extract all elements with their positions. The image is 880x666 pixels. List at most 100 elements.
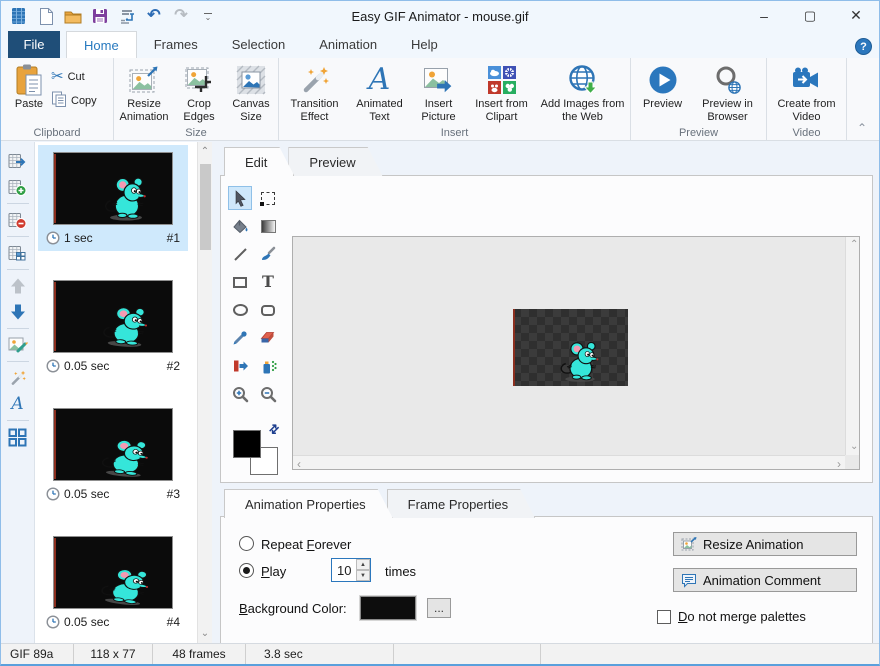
tab-animation[interactable]: Animation — [302, 31, 394, 58]
paste-button[interactable]: Paste — [7, 61, 51, 113]
animation-comment-button[interactable]: Animation Comment — [673, 568, 857, 592]
add-images-from-web-button[interactable]: Add Images from the Web — [539, 61, 627, 126]
add-frame-button[interactable] — [6, 175, 30, 199]
resize-animation-label: Resize Animation — [118, 98, 170, 124]
maximize-button[interactable]: ▢ — [787, 1, 833, 30]
preview-in-browser-button[interactable]: Preview in Browser — [693, 61, 763, 126]
redo-icon: ↷ — [174, 8, 187, 24]
eyedropper-tool[interactable] — [228, 326, 252, 350]
tab-frames[interactable]: Frames — [137, 31, 215, 58]
spinner-down-button[interactable]: ▼ — [356, 570, 370, 581]
move-frame-button[interactable] — [6, 149, 30, 173]
collapse-ribbon-button[interactable]: ⌃ — [857, 122, 867, 134]
tab-frame-properties[interactable]: Frame Properties — [387, 489, 535, 518]
tab-animation-properties[interactable]: Animation Properties — [224, 489, 393, 518]
play-radio[interactable] — [239, 563, 254, 578]
background-color-browse-button[interactable]: ... — [427, 598, 451, 618]
optimize-button[interactable] — [117, 6, 137, 26]
scroll-up-arrow[interactable]: ⌃ — [198, 144, 212, 159]
frame-item-3[interactable]: 0.05 sec #3 — [38, 401, 188, 507]
rectangle-tool[interactable] — [228, 270, 252, 294]
canvas-hscrollbar[interactable]: ‹ › — [293, 455, 845, 469]
add-text-button[interactable]: A — [6, 392, 30, 416]
move-frame-down-button[interactable] — [6, 300, 30, 324]
fill-tool[interactable] — [228, 214, 252, 238]
extract-frames-button[interactable] — [6, 241, 30, 265]
manage-frames-button[interactable] — [6, 425, 30, 449]
edit-frame-button[interactable] — [6, 333, 30, 357]
minimize-button[interactable]: – — [741, 1, 787, 30]
zoom-out-tool[interactable] — [256, 382, 280, 406]
tab-help[interactable]: Help — [394, 31, 455, 58]
merge-palettes-checkbox[interactable] — [657, 610, 671, 624]
marquee-tool[interactable] — [256, 186, 280, 210]
ellipse-tool[interactable] — [228, 298, 252, 322]
close-button[interactable]: ✕ — [833, 1, 879, 30]
tab-file[interactable]: File — [8, 31, 60, 58]
move-frame-up-button[interactable] — [6, 274, 30, 298]
tab-home[interactable]: Home — [66, 31, 137, 58]
line-tool[interactable] — [228, 242, 252, 266]
edit-panel: T — [220, 175, 873, 483]
frame-item-2[interactable]: 0.05 sec #2 — [38, 273, 188, 379]
frame-duration: 0.05 sec — [64, 487, 109, 501]
preview-button[interactable]: Preview — [635, 61, 691, 113]
canvas-vscrollbar[interactable]: ⌃ ⌄ — [845, 237, 859, 455]
undo-button[interactable]: ↶ — [144, 6, 164, 26]
background-color-swatch[interactable] — [360, 596, 416, 620]
ribbon-group-video: Create from Video Video — [767, 58, 847, 140]
insert-from-clipart-button[interactable]: Insert from Clipart — [467, 61, 537, 126]
replace-color-tool[interactable] — [228, 354, 252, 378]
scroll-down-arrow[interactable]: ⌄ — [198, 626, 212, 641]
delete-frame-button[interactable] — [6, 208, 30, 232]
customize-quick-access-button[interactable]: ⌄ — [198, 6, 218, 26]
create-from-video-button[interactable]: Create from Video — [770, 61, 844, 126]
spray-tool[interactable] — [256, 354, 280, 378]
scroll-right-arrow[interactable]: › — [837, 458, 841, 470]
repeat-forever-radio[interactable] — [239, 536, 254, 551]
frame-list-scrollbar[interactable]: ⌃ ⌄ — [197, 142, 212, 643]
tab-edit[interactable]: Edit — [224, 147, 294, 176]
canvas-size-button[interactable]: Canvas Size — [226, 61, 276, 126]
brush-tool[interactable] — [256, 242, 280, 266]
rounded-rect-tool[interactable] — [256, 298, 280, 322]
crop-edges-button[interactable]: Crop Edges — [174, 61, 224, 126]
spinner-up-button[interactable]: ▲ — [356, 559, 370, 570]
scroll-up-arrow[interactable]: ⌃ — [850, 240, 858, 250]
resize-icon — [681, 537, 697, 552]
play-times-value[interactable]: 10 — [332, 559, 356, 581]
app-icon[interactable] — [9, 6, 29, 26]
frame-caption: 1 sec #1 — [46, 231, 180, 245]
select-tool[interactable] — [228, 186, 252, 210]
tab-selection[interactable]: Selection — [215, 31, 302, 58]
zoom-in-tool[interactable] — [228, 382, 252, 406]
edit-canvas[interactable]: ⌃ ⌄ ‹ › — [292, 236, 860, 470]
resize-animation-button[interactable]: Resize Animation — [116, 61, 172, 126]
open-button[interactable] — [63, 6, 83, 26]
gradient-tool[interactable] — [256, 214, 280, 238]
transition-effect-button[interactable]: Transition Effect — [283, 61, 347, 126]
help-icon[interactable]: ? — [855, 38, 872, 55]
tab-preview-editor[interactable]: Preview — [288, 147, 382, 176]
swap-colors-icon[interactable]: ⇄ — [266, 420, 283, 437]
scroll-left-arrow[interactable]: ‹ — [297, 458, 301, 470]
scroll-down-arrow[interactable]: ⌄ — [850, 442, 858, 452]
text-tool[interactable]: T — [256, 270, 280, 294]
foreground-color-well[interactable] — [233, 430, 261, 458]
new-file-button[interactable] — [36, 6, 56, 26]
apply-effect-button[interactable] — [6, 366, 30, 390]
frame-item-4[interactable]: 0.05 sec #4 — [38, 529, 188, 635]
cut-button[interactable]: ✂ Cut — [51, 69, 97, 84]
save-button[interactable] — [90, 6, 110, 26]
redo-button[interactable]: ↷ — [171, 6, 191, 26]
animated-text-button[interactable]: A Animated Text — [349, 61, 411, 126]
eraser-tool[interactable] — [256, 326, 280, 350]
scrollbar-thumb[interactable] — [200, 164, 211, 250]
copy-button[interactable]: Copy — [51, 91, 97, 110]
gif-frame-image[interactable] — [513, 309, 628, 386]
magic-wand-icon — [9, 369, 27, 387]
frame-item-1[interactable]: 1 sec #1 — [38, 145, 188, 251]
resize-animation-panel-button[interactable]: Resize Animation — [673, 532, 857, 556]
play-times-spinner[interactable]: 10 ▲ ▼ — [331, 558, 371, 582]
insert-picture-button[interactable]: Insert Picture — [413, 61, 465, 126]
